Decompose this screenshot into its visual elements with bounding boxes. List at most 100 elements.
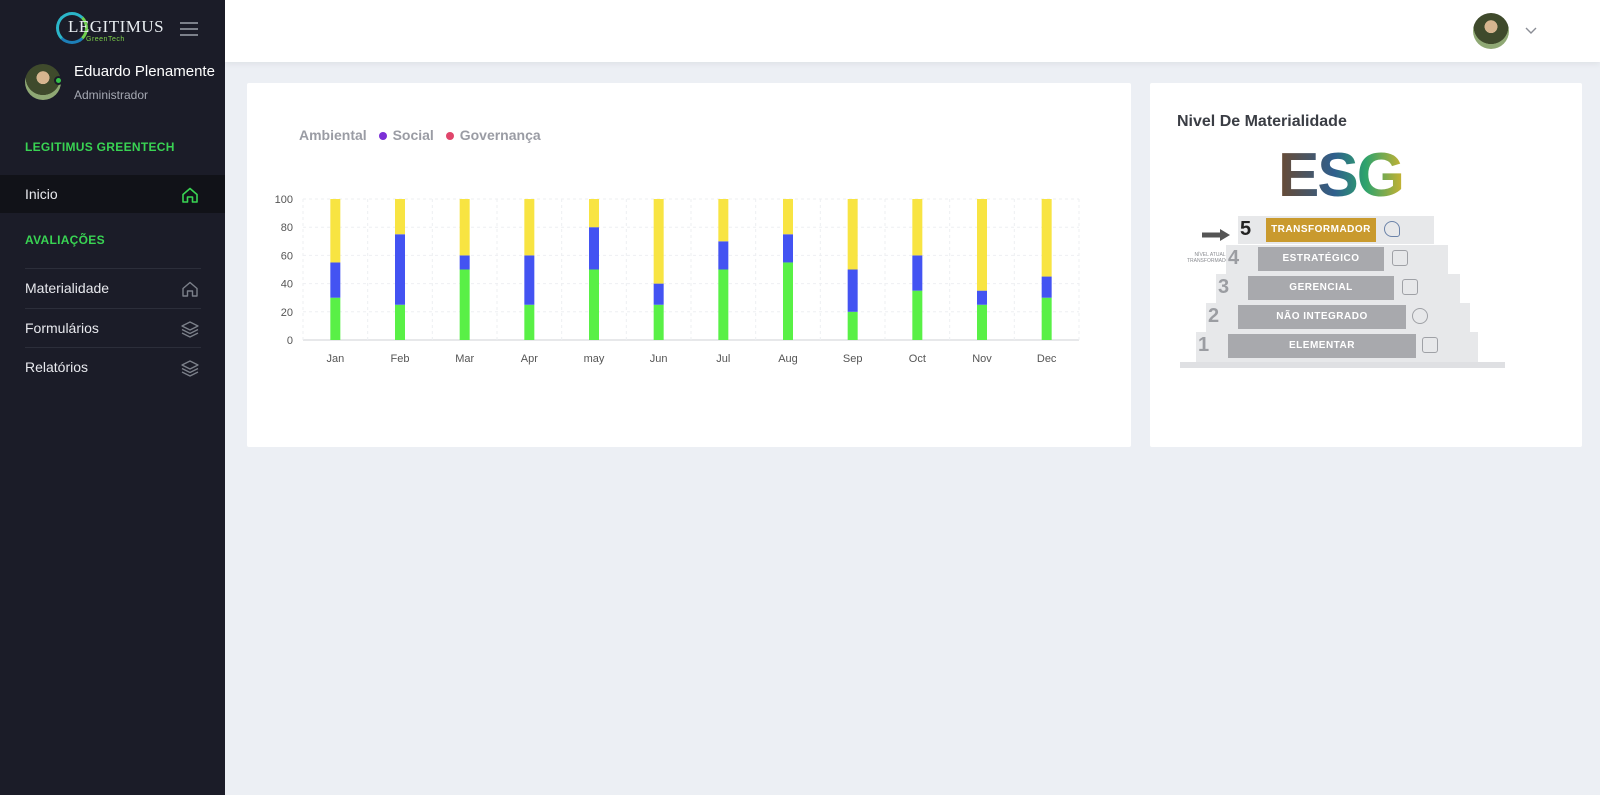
sidebar-item-relatorios[interactable]: Relatórios <box>0 348 225 386</box>
bar-ambiental <box>330 297 341 340</box>
online-status-icon <box>54 76 63 85</box>
step-number: 5 <box>1240 218 1252 240</box>
sidebar-item-label: Materialidade <box>25 280 110 296</box>
bar-social <box>783 234 793 263</box>
y-tick-label: 40 <box>281 279 293 291</box>
step-number: 1 <box>1198 334 1210 356</box>
bar-social <box>589 227 599 270</box>
x-tick-label: Jul <box>716 353 730 365</box>
y-tick-label: 0 <box>287 335 293 347</box>
chart-card: Ambiental Social Governança 0 20 40 60 80 100… <box>247 83 1131 447</box>
sidebar-item-inicio[interactable]: Inicio <box>0 175 225 213</box>
brand-name: LEGITIMUS <box>68 17 165 36</box>
bar-ambiental <box>847 311 858 340</box>
layers-icon <box>181 321 199 338</box>
esg-title: Nivel De Materialidade <box>1177 113 1347 130</box>
x-tick-label: Dec <box>1037 353 1057 365</box>
bar-ambiental <box>589 269 599 340</box>
y-tick-label: 100 <box>275 194 293 206</box>
brand-sub: GreenTech <box>86 36 125 43</box>
chevron-down-icon[interactable] <box>1523 22 1539 38</box>
bar-social <box>524 255 535 305</box>
layers-icon <box>181 360 199 377</box>
bar-governança <box>395 199 405 235</box>
y-tick-label: 80 <box>281 222 293 234</box>
x-tick-label: Oct <box>909 353 926 365</box>
bar-ambiental <box>395 304 405 340</box>
bar-governança <box>589 199 599 228</box>
bar-governança <box>783 199 793 235</box>
bar-social <box>653 283 664 305</box>
x-tick-label: Apr <box>521 353 538 365</box>
x-tick-label: Jan <box>326 353 344 365</box>
step-number: 3 <box>1218 276 1230 298</box>
top-header <box>225 0 1600 62</box>
bar-governança <box>912 199 923 256</box>
bar-governança <box>718 199 729 242</box>
stacked-bar-chart: 0 20 40 60 80 100 Jan Feb Mar Apr may Jun Jul Aug Sep O… <box>275 194 1080 365</box>
step-base <box>1180 362 1505 368</box>
home-icon <box>182 281 198 297</box>
bar-governança <box>653 199 664 284</box>
bar-governança <box>459 199 470 256</box>
section-label-greentech: LEGITIMUS GREENTECH <box>25 140 175 154</box>
bar-social <box>847 269 858 312</box>
profile-role: Administrador <box>74 88 149 102</box>
x-tick-label: Feb <box>391 353 410 365</box>
materiality-staircase: NÍVEL ATUAL TRANSFORMADOR 5 4 3 2 1 TRAN… <box>1180 208 1520 368</box>
sidebar: LEGITIMUS GreenTech Eduardo Plenamente A… <box>0 0 225 795</box>
step-number: 4 <box>1228 247 1240 269</box>
esg-logo: ESG <box>1278 141 1405 210</box>
x-tick-label: Jun <box>650 353 668 365</box>
x-tick-label: Mar <box>455 353 474 365</box>
menu-toggle-icon[interactable] <box>180 22 198 36</box>
bar-ambiental <box>912 290 923 340</box>
bar-governança <box>330 199 341 263</box>
home-icon <box>182 187 198 203</box>
bar-social <box>977 290 987 305</box>
bar-social <box>330 262 341 298</box>
bar-ambiental <box>718 269 729 340</box>
bar-ambiental <box>1041 297 1052 340</box>
document-icon <box>1422 337 1438 353</box>
management-icon <box>1402 279 1418 295</box>
step-level-5: TRANSFORMADOR <box>1266 218 1376 242</box>
bar-ambiental <box>977 304 987 340</box>
y-tick-label: 60 <box>281 250 293 262</box>
bar-governança <box>1041 199 1052 277</box>
sidebar-item-formularios[interactable]: Formulários <box>0 309 225 347</box>
bar-ambiental <box>459 269 470 340</box>
x-tick-label: may <box>584 353 605 365</box>
bar-social <box>459 255 470 270</box>
bar-governança <box>977 199 987 291</box>
step-level-4: ESTRATÉGICO <box>1258 247 1384 271</box>
step-number: 2 <box>1208 305 1220 327</box>
brand-logo[interactable]: LEGITIMUS GreenTech <box>56 12 164 48</box>
bar-social <box>395 234 405 305</box>
sidebar-item-materialidade[interactable]: Materialidade <box>0 269 225 307</box>
sidebar-item-label: Relatórios <box>25 359 89 375</box>
step-level-1: ELEMENTAR <box>1228 334 1416 358</box>
section-label-avaliacoes: AVALIAÇÕES <box>25 233 105 247</box>
header-avatar[interactable] <box>1473 13 1509 49</box>
bar-social <box>1041 276 1052 298</box>
step-level-3: GERENCIAL <box>1248 276 1394 300</box>
sidebar-item-label: Formulários <box>25 320 99 336</box>
step-level-2: NÃO INTEGRADO <box>1238 305 1406 329</box>
sidebar-item-label: Inicio <box>25 186 58 202</box>
y-tick-label: 20 <box>281 307 293 319</box>
x-tick-label: Aug <box>778 353 798 365</box>
bar-social <box>718 241 729 270</box>
bar-social <box>912 255 923 291</box>
rocket-icon <box>1384 221 1400 237</box>
bar-governança <box>524 199 535 256</box>
bar-ambiental <box>783 262 793 340</box>
strategy-icon <box>1392 250 1408 266</box>
x-tick-label: Nov <box>972 353 992 365</box>
hands-icon <box>1412 308 1428 324</box>
x-tick-label: Sep <box>843 353 863 365</box>
bar-ambiental <box>524 304 535 340</box>
profile-name: Eduardo Plenamente <box>74 63 215 80</box>
bar-ambiental <box>653 304 664 340</box>
esg-card: Nivel De Materialidade ESG NÍVEL ATUAL T… <box>1150 83 1582 447</box>
